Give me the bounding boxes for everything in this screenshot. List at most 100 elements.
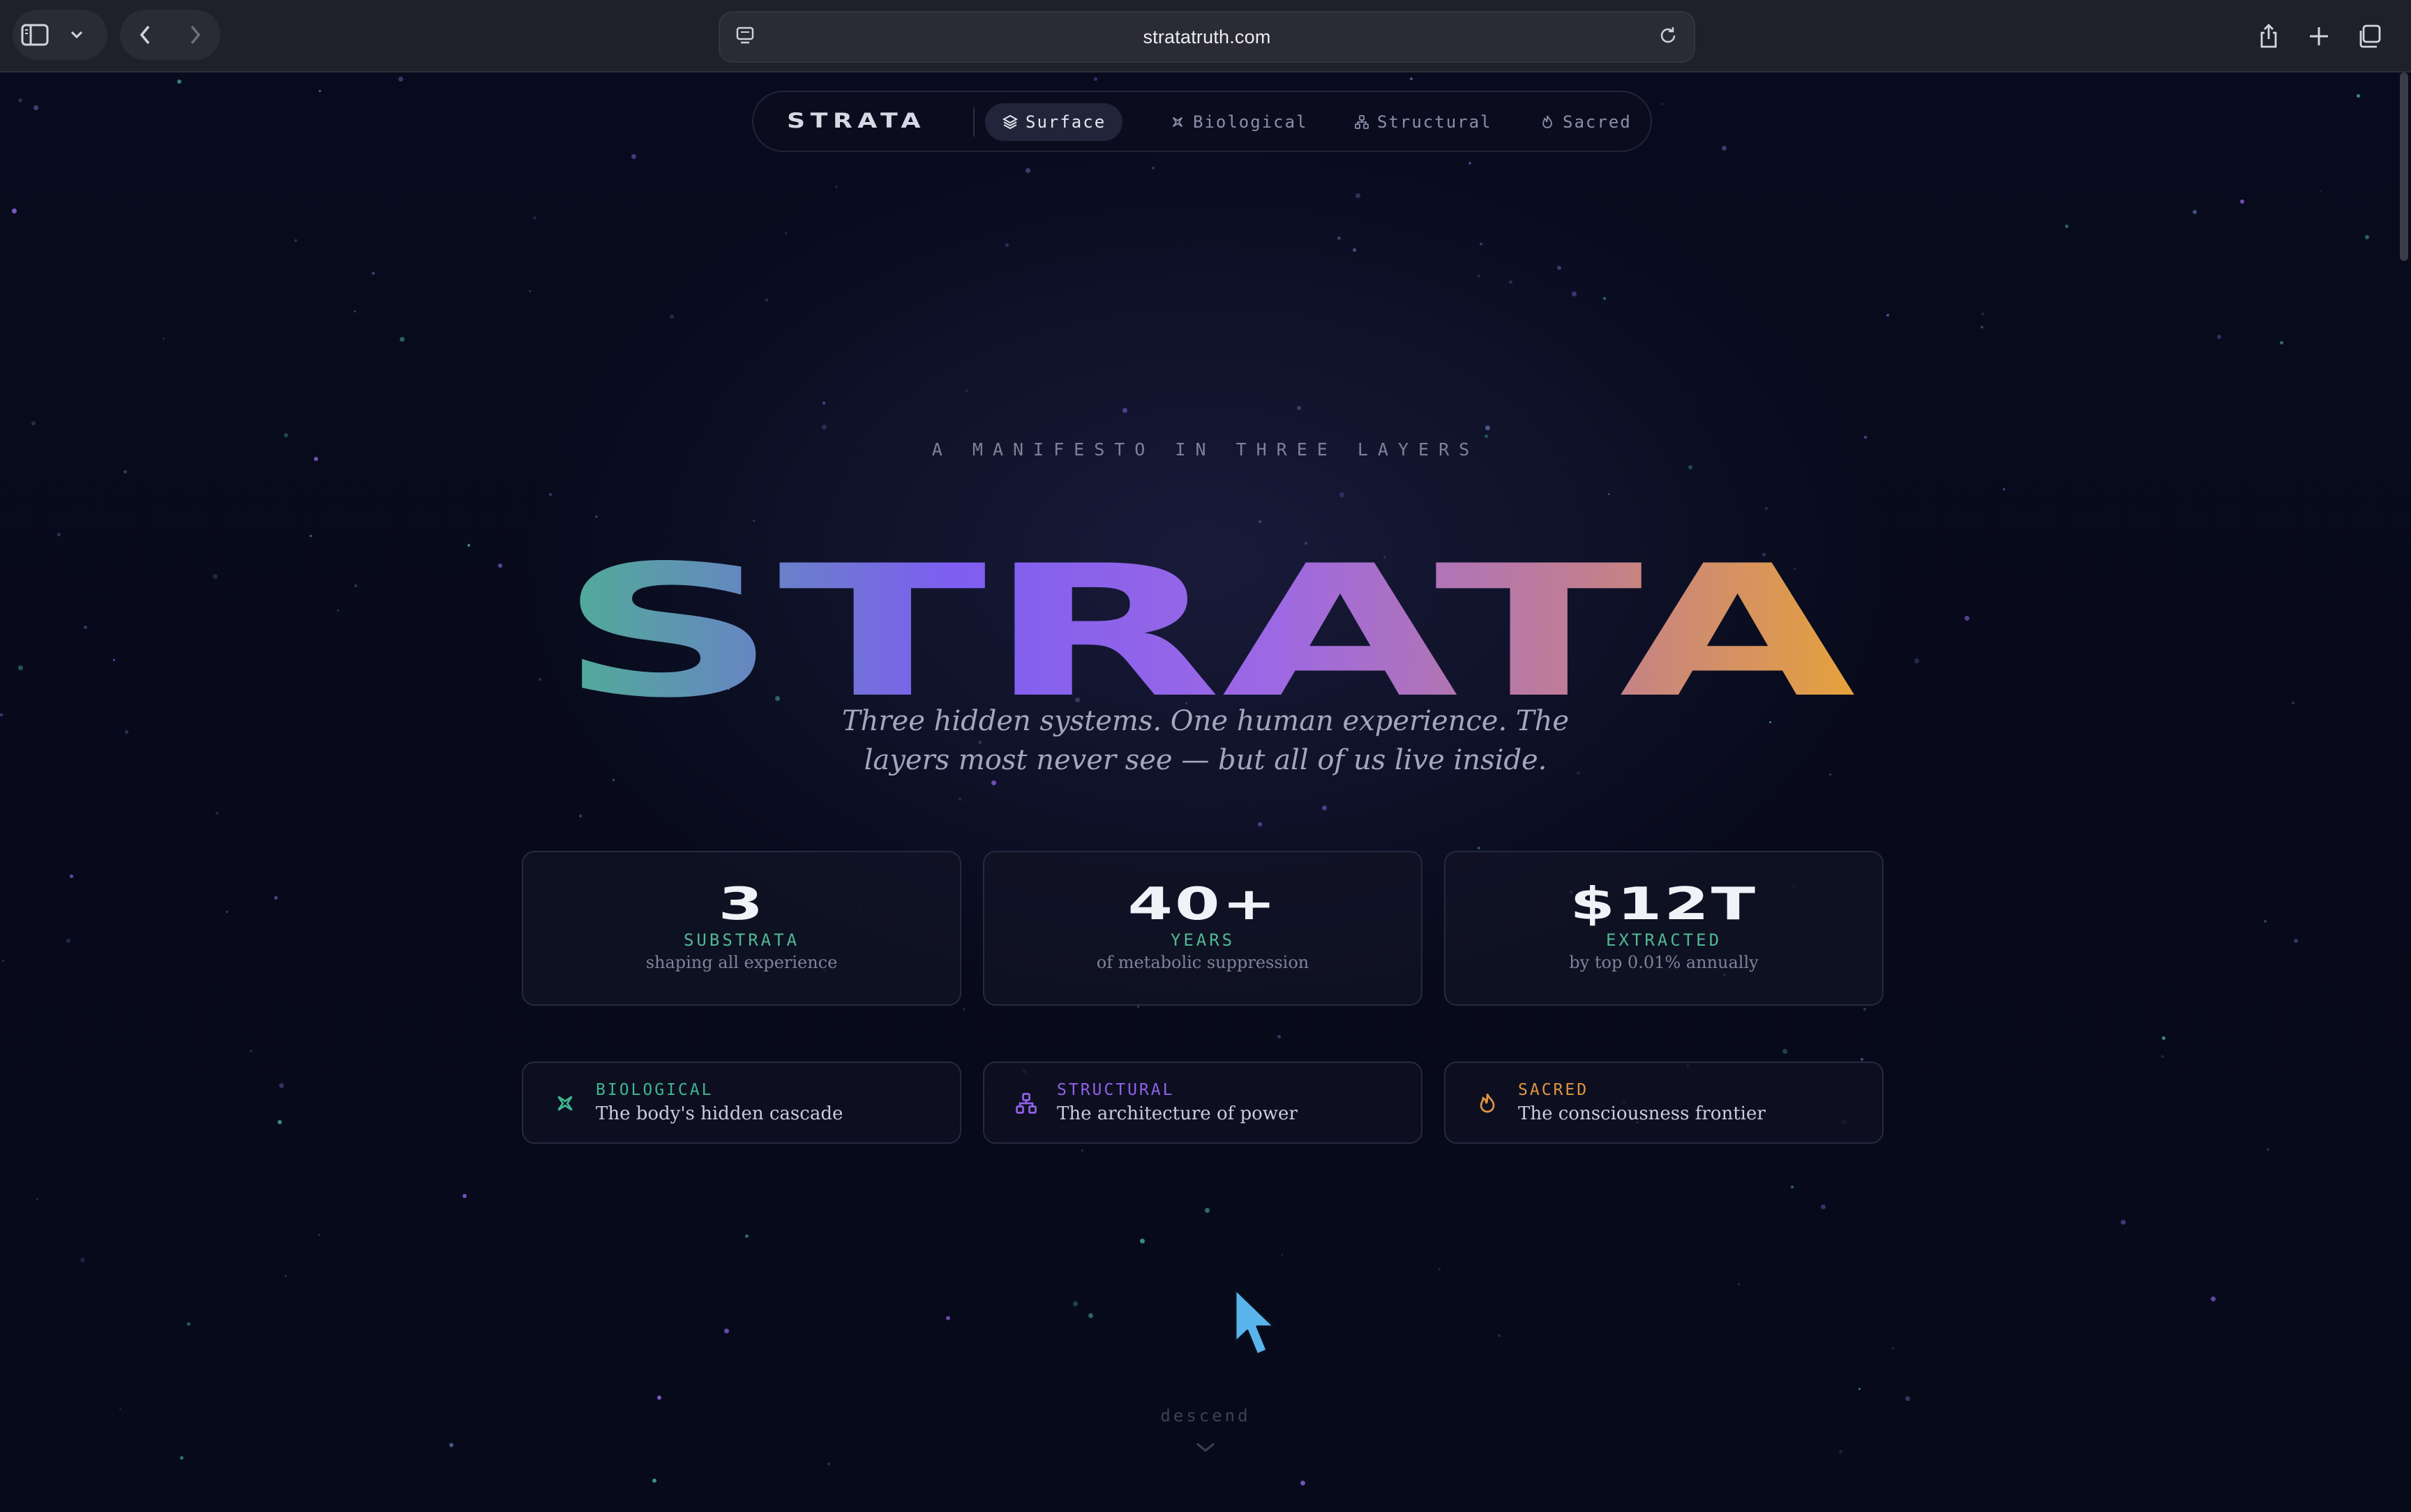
star (319, 90, 321, 92)
layer-title: BIOLOGICAL (596, 1081, 714, 1099)
star (1081, 1149, 1083, 1151)
page-menu-icon[interactable] (735, 25, 756, 46)
star (529, 290, 531, 292)
stat-value: 40+ (1127, 879, 1278, 930)
sidebar-toggle-group (13, 10, 107, 60)
star (2320, 190, 2322, 192)
sparkle-icon (1172, 116, 1183, 128)
share-button[interactable] (2246, 14, 2291, 59)
star (2193, 210, 2197, 214)
star (36, 1198, 38, 1200)
star (959, 798, 961, 801)
star (579, 815, 582, 817)
stat-subtext: shaping all experience (645, 953, 838, 972)
star (963, 1008, 966, 1011)
tab-groups-dropdown[interactable] (57, 13, 96, 57)
tabs-icon (2359, 24, 2381, 48)
star (966, 390, 968, 392)
star (337, 610, 339, 612)
star (1005, 243, 1009, 247)
star (294, 239, 297, 242)
layer-title: SACRED (1518, 1081, 1589, 1099)
mouse-cursor-icon (1234, 1288, 1275, 1356)
layer-card-structural[interactable]: STRUCTURAL The architecture of power (983, 1061, 1422, 1144)
star (31, 421, 36, 425)
star (613, 779, 615, 781)
hero-title: STRATA (558, 554, 1858, 714)
nav-item-structural[interactable]: Structural (1337, 103, 1509, 141)
stat-label: EXTRACTED (1605, 930, 1722, 950)
star (2217, 335, 2221, 339)
sidebar-toggle-button[interactable] (13, 13, 57, 57)
layer-card-sacred[interactable]: SACRED The consciousness frontier (1444, 1061, 1884, 1144)
star (1322, 806, 1327, 810)
star (1478, 275, 1480, 278)
star (180, 1456, 183, 1460)
star (2003, 488, 2005, 490)
star (2121, 1220, 2126, 1225)
star (1152, 167, 1155, 169)
star (765, 298, 768, 301)
star (66, 939, 70, 943)
star (1258, 822, 1262, 826)
star (284, 433, 288, 437)
reload-icon[interactable] (1658, 25, 1678, 46)
star (724, 1329, 729, 1333)
tab-overview-button[interactable] (2347, 14, 2391, 59)
stat-label: YEARS (1170, 930, 1235, 950)
scrollbar-thumb[interactable] (2400, 73, 2408, 261)
star (2292, 702, 2294, 704)
hero-tagline: Three hidden systems. One human experien… (787, 702, 1624, 780)
star (1861, 1058, 1863, 1061)
nav-item-biological[interactable]: Biological (1152, 103, 1325, 141)
star (1738, 1283, 1740, 1285)
descend-label[interactable]: descend (0, 1406, 2411, 1426)
star (1509, 280, 1512, 284)
star (354, 310, 356, 312)
star (1439, 1268, 1441, 1270)
star (2162, 1036, 2165, 1040)
tagline-line-1: Three hidden systems. One human experien… (841, 705, 1569, 737)
address-bar[interactable]: stratatruth.com (719, 11, 1695, 63)
stat-subtext: by top 0.01% annually (1569, 953, 1759, 972)
url-text: stratatruth.com (1143, 26, 1271, 47)
forward-button[interactable] (170, 13, 220, 57)
sidebar-icon (21, 24, 49, 46)
star (1122, 408, 1127, 413)
star (822, 425, 827, 430)
star (2267, 1148, 2269, 1151)
star (1498, 1334, 1501, 1337)
star (187, 1322, 190, 1326)
star (1914, 658, 1919, 663)
nav-item-label: Structural (1377, 112, 1492, 132)
star (539, 678, 541, 681)
star (1259, 520, 1261, 523)
layer-card-biological[interactable]: BIOLOGICAL The body's hidden cascade (522, 1061, 961, 1144)
star (400, 337, 405, 342)
tagline-line-2: layers most never see — but all of us li… (864, 744, 1547, 776)
brand-logo[interactable]: STRATA (787, 109, 926, 133)
star (279, 1083, 284, 1088)
star (33, 105, 38, 110)
new-tab-button[interactable] (2297, 14, 2341, 59)
nav-item-surface[interactable]: Surface (985, 103, 1123, 141)
star (991, 780, 996, 785)
star (631, 154, 636, 159)
star (372, 272, 375, 275)
history-nav-group (120, 10, 220, 60)
star (1410, 77, 1413, 80)
nav-item-sacred[interactable]: Sacred (1522, 103, 1648, 141)
chevron-down-icon[interactable] (1193, 1441, 1218, 1455)
nav-divider (973, 107, 975, 137)
star (1905, 1396, 1910, 1401)
nav-item-label: Sacred (1563, 112, 1632, 132)
back-button[interactable] (120, 13, 170, 57)
star (1722, 146, 1727, 151)
star (1829, 773, 1831, 776)
star (2211, 1296, 2216, 1301)
star (0, 713, 3, 716)
star (1765, 507, 1768, 510)
star (1480, 243, 1482, 245)
star (84, 626, 87, 629)
star (449, 1443, 453, 1447)
